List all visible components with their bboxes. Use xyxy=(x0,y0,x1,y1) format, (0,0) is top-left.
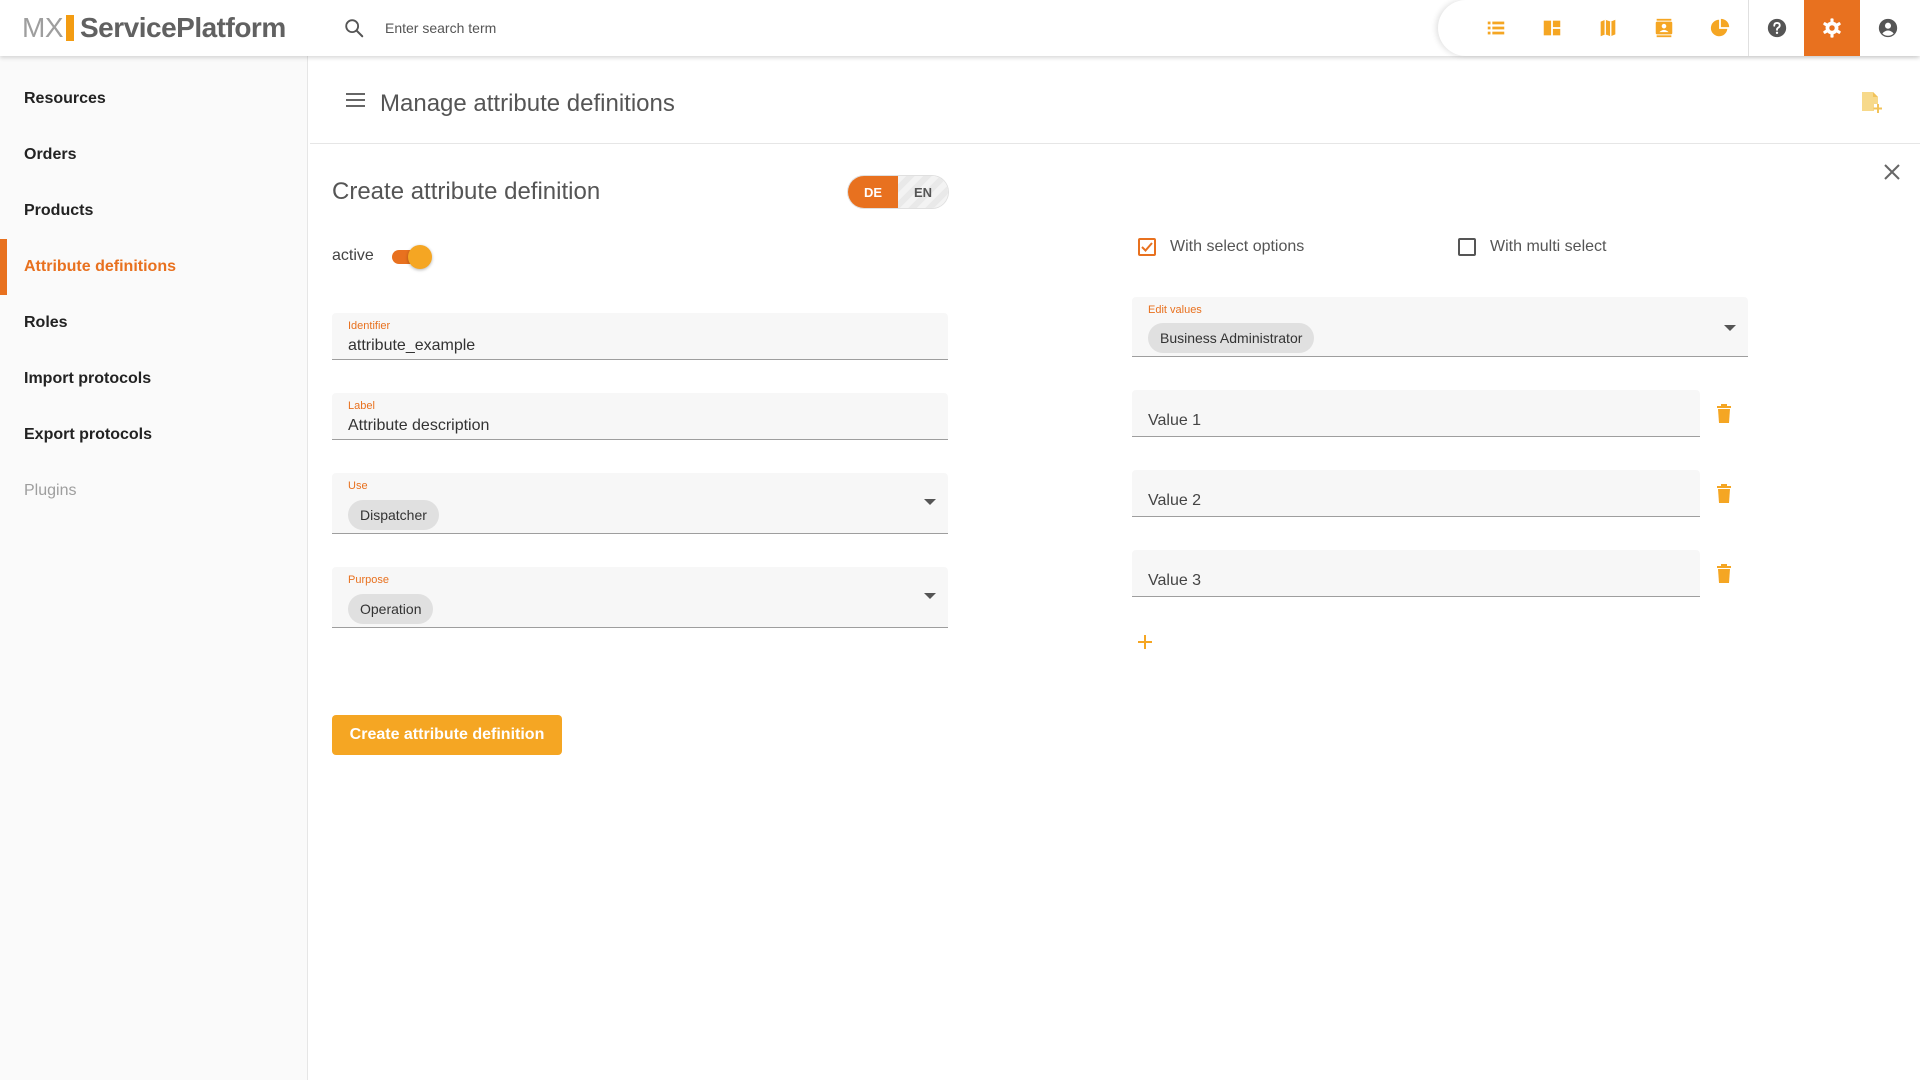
sidebar-item-import-protocols[interactable]: Import protocols xyxy=(0,351,307,407)
label-field-value: Attribute description xyxy=(348,417,490,434)
use-chip[interactable]: Dispatcher xyxy=(348,500,439,530)
identifier-field[interactable]: Identifier attribute_example xyxy=(332,313,948,360)
chevron-down-icon[interactable] xyxy=(924,593,936,599)
checkbox-unchecked-icon xyxy=(1458,238,1476,256)
menu-icon[interactable] xyxy=(346,92,366,108)
edit-values-label: Edit values xyxy=(1148,304,1202,316)
form-title: Create attribute definition xyxy=(332,178,601,205)
delete-icon[interactable] xyxy=(1716,484,1732,504)
language-en-button[interactable]: EN xyxy=(898,176,948,208)
sidebar: Resources Orders Products Attribute defi… xyxy=(0,56,308,1080)
nav-dashboard-button[interactable] xyxy=(1524,0,1580,56)
sidebar-item-plugins[interactable]: Plugins xyxy=(0,463,307,519)
chevron-down-icon[interactable] xyxy=(924,499,936,505)
with-select-options-label: With select options xyxy=(1170,238,1305,255)
with-select-options-checkbox[interactable]: With select options xyxy=(1138,238,1304,256)
add-value-icon[interactable] xyxy=(1136,633,1154,651)
sidebar-item-attribute-definitions[interactable]: Attribute definitions xyxy=(0,239,307,295)
value-field-1[interactable]: Value 1 xyxy=(1132,390,1700,437)
search-input[interactable] xyxy=(385,16,785,40)
nav-contacts-button[interactable] xyxy=(1636,0,1692,56)
sidebar-item-products[interactable]: Products xyxy=(0,183,307,239)
purpose-label: Purpose xyxy=(348,574,389,586)
value-field-2[interactable]: Value 2 xyxy=(1132,470,1700,517)
logo-bar xyxy=(66,15,74,41)
sidebar-item-resources[interactable]: Resources xyxy=(0,71,307,127)
chevron-down-icon[interactable] xyxy=(1724,325,1736,331)
sidebar-item-roles[interactable]: Roles xyxy=(0,295,307,351)
nav-settings-button[interactable] xyxy=(1804,0,1860,56)
sidebar-item-export-protocols[interactable]: Export protocols xyxy=(0,407,307,463)
pie-chart-icon xyxy=(1710,18,1730,37)
top-bar: MX ServicePlatform xyxy=(0,0,1920,56)
contacts-icon xyxy=(1655,18,1673,38)
edit-values-select[interactable]: Edit values Business Administrator xyxy=(1132,297,1748,357)
search-icon[interactable] xyxy=(343,17,365,39)
account-icon xyxy=(1878,18,1898,38)
value-field-2-value: Value 2 xyxy=(1148,492,1202,509)
list-icon xyxy=(1487,21,1505,35)
add-document-icon[interactable] xyxy=(1860,90,1882,114)
page-header: Manage attribute definitions xyxy=(310,56,1920,144)
delete-icon[interactable] xyxy=(1716,404,1732,424)
purpose-select[interactable]: Purpose Operation xyxy=(332,567,948,628)
delete-icon[interactable] xyxy=(1716,564,1732,584)
label-field[interactable]: Label Attribute description xyxy=(332,393,948,440)
logo-mx: MX xyxy=(22,12,64,43)
with-multi-select-label: With multi select xyxy=(1490,238,1607,255)
logo-name: ServicePlatform xyxy=(80,12,286,43)
nav-chart-button[interactable] xyxy=(1692,0,1748,56)
active-switch-thumb xyxy=(408,245,432,269)
nav-account-button[interactable] xyxy=(1860,0,1916,56)
with-multi-select-checkbox[interactable]: With multi select xyxy=(1458,238,1606,256)
value-field-3[interactable]: Value 3 xyxy=(1132,550,1700,597)
checkbox-checked-icon xyxy=(1138,238,1156,256)
create-attribute-definition-button[interactable]: Create attribute definition xyxy=(332,715,562,755)
language-toggle: DE EN xyxy=(848,176,948,208)
close-icon[interactable] xyxy=(1882,162,1902,182)
sidebar-item-orders[interactable]: Orders xyxy=(0,127,307,183)
top-nav xyxy=(1438,0,1920,56)
help-icon xyxy=(1767,18,1786,38)
active-label: active xyxy=(332,247,374,264)
nav-help-button[interactable] xyxy=(1748,0,1804,56)
use-select[interactable]: Use Dispatcher xyxy=(332,473,948,534)
value-field-3-value: Value 3 xyxy=(1148,572,1202,589)
edit-values-chip[interactable]: Business Administrator xyxy=(1148,323,1315,353)
dashboard-icon xyxy=(1543,20,1561,36)
nav-map-button[interactable] xyxy=(1580,0,1636,56)
settings-icon xyxy=(1823,18,1841,38)
identifier-label: Identifier xyxy=(348,320,391,332)
app-logo[interactable]: MX ServicePlatform xyxy=(22,12,286,44)
active-switch[interactable] xyxy=(390,245,434,269)
page-title: Manage attribute definitions xyxy=(380,90,675,117)
nav-list-button[interactable] xyxy=(1468,0,1524,56)
identifier-value: attribute_example xyxy=(348,337,476,354)
purpose-chip[interactable]: Operation xyxy=(348,594,434,624)
label-field-label: Label xyxy=(348,400,375,412)
value-field-1-value: Value 1 xyxy=(1148,412,1202,429)
language-de-button[interactable]: DE xyxy=(848,176,898,208)
use-label: Use xyxy=(348,480,368,492)
map-icon xyxy=(1600,19,1616,37)
